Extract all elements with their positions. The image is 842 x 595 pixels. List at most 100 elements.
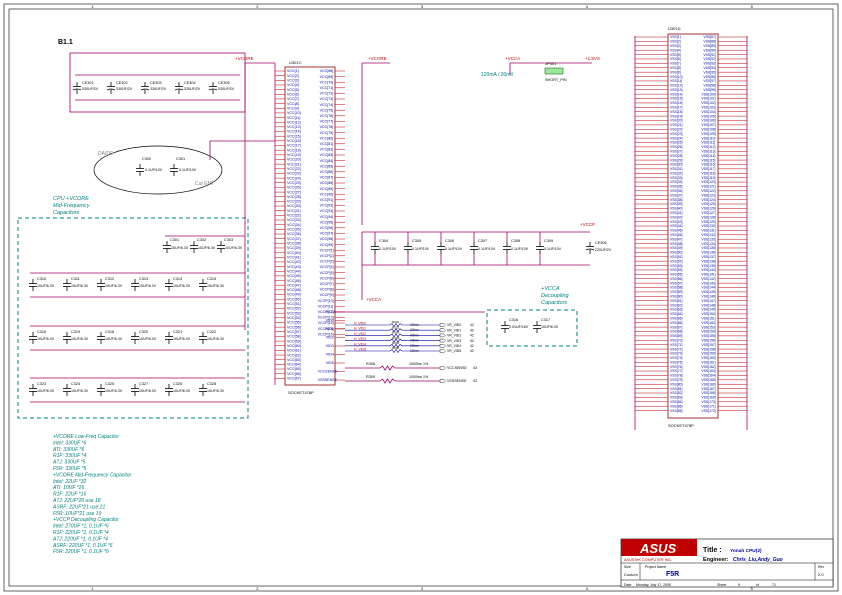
vccp-cap-ref: C308 <box>511 239 520 243</box>
u301d-pin-name: VSS[55] <box>670 273 682 277</box>
vid-offpage-arrow <box>439 344 446 348</box>
u301c-pin-name: VCC[28] <box>287 195 301 199</box>
vccp-cap-ref: C309 <box>544 239 553 243</box>
capacitor-note-line: R1F: 330UF *4 <box>53 453 86 459</box>
u301d-pin-name: VSS[148] <box>701 303 715 307</box>
mid-cap-ref: C314 <box>173 277 182 281</box>
u301c-pin-name: VCC[97] <box>320 232 334 236</box>
u301d-pin-name: VSS[74] <box>670 356 682 360</box>
u301d-pin-name: VSS[85] <box>670 404 682 408</box>
u301d-pin-name: VSS[115] <box>701 158 715 162</box>
mid-cap-value: 10UF/6.3V <box>173 389 191 393</box>
capacitor-note-line: R1F: 22UF *16 <box>53 492 86 498</box>
zone-col-top: 4 <box>586 4 589 9</box>
u301c-pin-name: VCC[15] <box>287 134 301 138</box>
u301d-pin-name: VSS[28] <box>670 154 682 158</box>
u301c-pin-name: VCC[53] <box>287 311 301 315</box>
zone-col-bottom: 4 <box>586 586 589 591</box>
u301c-pin-name: VCCP[2] <box>320 254 334 258</box>
u301d-pin-name: VSS[41] <box>670 211 682 215</box>
u301d-pin-name: VSS[64] <box>670 312 682 316</box>
u301c-pin-name: VCC[89] <box>320 187 334 191</box>
u301d-pin-name: VSS[31] <box>670 167 682 171</box>
u301d-pin-name: VSS[32] <box>670 171 682 175</box>
u301d-pin-name: VSS[18] <box>670 110 682 114</box>
capacitor-note-line: F5R: 330UF *5 <box>53 466 86 472</box>
vid-resistor-ref: R304 <box>392 336 400 340</box>
jp301-ref: JP301 <box>545 61 557 66</box>
u301c-pin-name: VCC[49] <box>287 293 301 297</box>
vccp-cap-value: 0.1UF/10V <box>478 247 496 251</box>
u301c-pin-name: VCC[24] <box>287 176 301 180</box>
u301c-pin-name: VCC[91] <box>320 198 334 202</box>
u301d-pin-name: VSS[21] <box>670 123 682 127</box>
u301c-pin-name: VCC[71] <box>320 86 334 90</box>
u301d-pin-name: VSS[88] <box>703 40 715 44</box>
u301c-pin-name: VCC[38] <box>287 241 301 245</box>
vid-resistor-ref: R301 <box>392 320 400 324</box>
u301d-pin-name: VSS[19] <box>670 114 682 118</box>
bulk-cap-value: 330UF/2V <box>184 87 201 91</box>
u301d-pin-name: VSS[97] <box>703 79 715 83</box>
u301d-pin-name: VSS[135] <box>701 246 715 250</box>
vid-offpage-arrow <box>439 328 446 332</box>
vid-page-ref: 42 <box>470 339 474 343</box>
u301c-pin-name: VCC[13] <box>287 125 301 129</box>
u301d-pin-name: VSS[22] <box>670 128 682 132</box>
u301d-pin-name: VSS[77] <box>670 369 682 373</box>
u301c-pin-name: VCC[86] <box>320 170 334 174</box>
bulk-cap-value: 330UF/2V <box>82 87 99 91</box>
u301c-pin-name: VCC[47] <box>287 283 301 287</box>
vid-out-net: VR_VID1 <box>447 328 461 332</box>
u301d-pin-name: VSS[61] <box>670 299 682 303</box>
u301d-pin-name: VSS[49] <box>670 246 682 250</box>
vcca-cap-value: 0.01UF/16V <box>509 325 529 329</box>
u301c-pin-name: VCC[48] <box>287 288 301 292</box>
bulk-cap-value: 330UF/2V <box>150 87 167 91</box>
u301d-pin-name: VSS[1] <box>670 35 681 39</box>
net-label-vcca: +VCCA <box>505 56 520 61</box>
u301c-left-pins: VCC[1]VCC[2]VCC[3]VCC[4]VCC[5]VCC[6]VCC[… <box>274 63 301 385</box>
mid-cap-value: 10UF/6.3V <box>207 337 225 341</box>
u301c-pin-name: VCC[35] <box>287 228 301 232</box>
u301d-pin-name: VSS[157] <box>701 343 715 347</box>
u301c-ref: U301C <box>289 60 302 65</box>
u301d-pin-name: VSS[94] <box>703 66 715 70</box>
cpu-note-line3: Capacitors <box>53 210 80 216</box>
u301d-pin-name: VSS[153] <box>701 325 715 329</box>
u301d-pin-name: VSS[108] <box>701 128 715 132</box>
mid-cap-ref: C303 <box>224 238 233 242</box>
u301d-pin-name: VSS[8] <box>670 66 681 70</box>
capacitor-notes: +VCORE Low-Freq Capacitor Intel: 330UF *… <box>52 434 132 555</box>
u301c-pin-name: VCCSENSE <box>318 370 338 374</box>
u301c-pin-name: VCC[14] <box>287 130 301 134</box>
mid-cap-ref: C301 <box>170 238 179 242</box>
mid-cap-value: 10UF/6.3V <box>105 337 123 341</box>
vid-page-ref: 42 <box>470 323 474 327</box>
u301c-pin-name: VCC[40] <box>287 251 301 255</box>
mid-cap-ref: C319 <box>71 330 80 334</box>
u301c-pin-name: VCC[85] <box>320 164 334 168</box>
sense-net: VSSSENSE <box>447 379 467 383</box>
u301c-pin-name: VCCA <box>326 310 337 314</box>
title-value: Yonah CPU(2) <box>730 548 762 554</box>
u301d-pin-name: VSS[11] <box>670 79 682 83</box>
u301d-pin-name: VSS[131] <box>701 229 715 233</box>
u301c-pin-name: VCC[92] <box>320 204 334 208</box>
u301c-pin-name: VCC[10] <box>287 111 301 115</box>
zone-col-bottom: 3 <box>421 586 424 591</box>
mid-cap-value: 10UF/6.3V <box>71 284 89 288</box>
capacitor-note-line: Intel: 330UF *6 <box>53 440 86 446</box>
u301c-pin-name: VCC[34] <box>287 223 301 227</box>
capacitor-note-line: ATI: 330UF *6 <box>52 447 84 453</box>
u301c-pin-name: VCC[32] <box>287 214 301 218</box>
bulk-capacitor-group: CE301 330UF/2V CE302 330UF/2V CE303 330UF/2V C… <box>72 74 240 101</box>
sense-resistor-ref: R309 <box>366 375 375 379</box>
vcca-capacitor-group: C316 0.01UF/16V C317 10UF/6.3V <box>501 318 559 333</box>
u301d-pin-name: VSS[161] <box>701 360 715 364</box>
u301c-pin-name: VID4 <box>326 353 334 357</box>
net-label-vcore-mid: +VCORE <box>368 56 387 61</box>
sense-resistor-zigzag <box>379 378 396 384</box>
u301c-pin-name: VCC[67] <box>287 377 301 381</box>
u301c-pin-name: VCC[87] <box>320 176 334 180</box>
